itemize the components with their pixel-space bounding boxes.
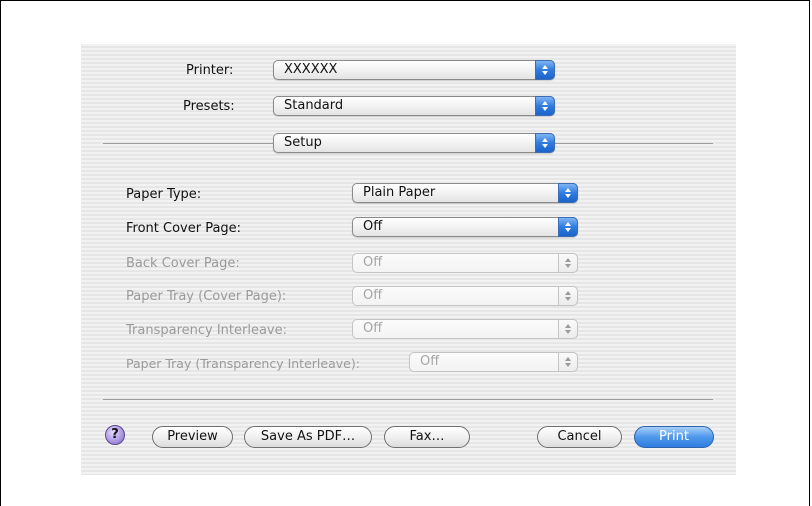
paper-type-label: Paper Type: xyxy=(126,187,202,202)
cancel-button[interactable]: Cancel xyxy=(537,426,622,448)
fax-button[interactable]: Fax… xyxy=(384,426,470,448)
popup-arrows-icon xyxy=(535,60,555,80)
printer-value: XXXXXX xyxy=(284,62,338,77)
back-cover-page-label: Back Cover Page: xyxy=(126,256,240,271)
save-as-pdf-button[interactable]: Save As PDF… xyxy=(244,426,372,448)
section-popup[interactable]: Setup xyxy=(273,133,555,153)
section-value: Setup xyxy=(284,135,322,150)
presets-label: Presets: xyxy=(183,99,235,114)
paper-tray-cover-popup: Off xyxy=(352,286,578,306)
popup-arrows-icon xyxy=(535,133,555,153)
presets-popup[interactable]: Standard xyxy=(273,96,555,116)
paper-tray-cover-label: Paper Tray (Cover Page): xyxy=(126,289,287,304)
paper-tray-cover-value: Off xyxy=(363,288,383,303)
printer-label: Printer: xyxy=(186,63,234,78)
paper-tray-transparency-popup: Off xyxy=(409,352,578,372)
preview-button[interactable]: Preview xyxy=(152,426,233,448)
popup-arrows-icon xyxy=(558,183,578,203)
paper-tray-transparency-label: Paper Tray (Transparency Interleave): xyxy=(126,356,360,371)
paper-type-value: Plain Paper xyxy=(363,185,436,200)
front-cover-page-popup[interactable]: Off xyxy=(352,217,578,237)
popup-arrows-icon xyxy=(558,352,578,372)
transparency-interleave-value: Off xyxy=(363,321,383,336)
print-dialog: Printer: XXXXXX Presets: Standard Setup … xyxy=(81,44,736,475)
help-button[interactable]: ? xyxy=(105,425,125,445)
paper-tray-transparency-value: Off xyxy=(420,354,440,369)
transparency-interleave-label: Transparency Interleave: xyxy=(126,323,288,338)
popup-arrows-icon xyxy=(558,217,578,237)
popup-arrows-icon xyxy=(558,253,578,273)
front-cover-page-label: Front Cover Page: xyxy=(126,221,242,236)
popup-arrows-icon xyxy=(535,96,555,116)
section-divider-right xyxy=(555,143,713,144)
footer-divider xyxy=(103,399,713,400)
print-button[interactable]: Print xyxy=(634,426,714,448)
transparency-interleave-popup: Off xyxy=(352,319,578,339)
popup-arrows-icon xyxy=(558,286,578,306)
popup-arrows-icon xyxy=(558,319,578,339)
back-cover-page-value: Off xyxy=(363,255,383,270)
paper-type-popup[interactable]: Plain Paper xyxy=(352,183,578,203)
back-cover-page-popup: Off xyxy=(352,253,578,273)
printer-popup[interactable]: XXXXXX xyxy=(273,60,555,80)
front-cover-page-value: Off xyxy=(363,219,383,234)
section-divider-left xyxy=(103,143,273,144)
presets-value: Standard xyxy=(284,98,344,113)
